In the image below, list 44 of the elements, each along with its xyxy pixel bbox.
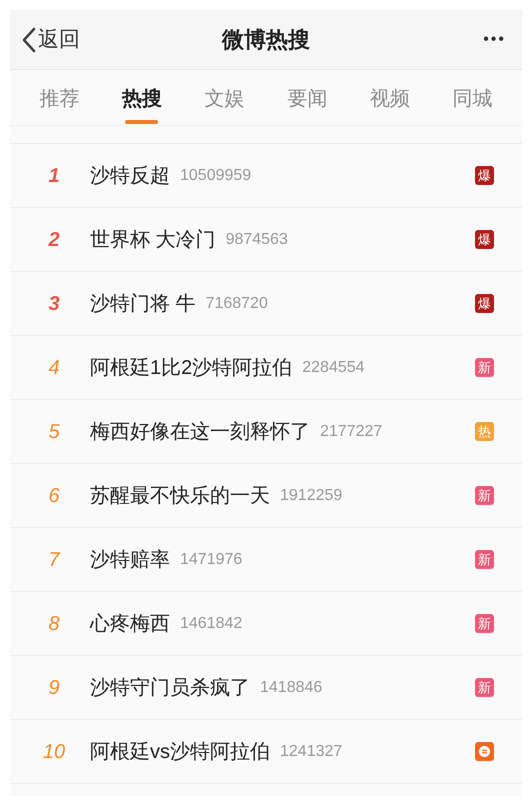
search-count: 1461842 xyxy=(180,614,242,634)
rank-number: 3 xyxy=(47,292,61,316)
rank-number: 6 xyxy=(47,484,61,508)
rank-number: 4 xyxy=(47,356,61,380)
topic-tag: 新 xyxy=(475,678,494,697)
search-count: 9874563 xyxy=(226,230,288,250)
topic-tag: 热 xyxy=(475,422,494,441)
topic-link[interactable]: 苏醒最不快乐的一天 xyxy=(90,480,270,510)
rank-number: 9 xyxy=(47,676,61,700)
search-count: 10509959 xyxy=(180,166,252,186)
rank-number: 2 xyxy=(47,228,61,252)
search-count: 1471976 xyxy=(180,550,242,570)
topic-link[interactable]: 心疼梅西 xyxy=(90,608,170,638)
rank-number: 8 xyxy=(47,612,61,636)
tab[interactable]: 热搜 xyxy=(122,84,162,124)
topic-tag: 爆 xyxy=(475,230,494,249)
topic-link[interactable]: 沙特反超 xyxy=(90,160,170,190)
topic-tag: 新 xyxy=(475,550,494,569)
rank-number: 5 xyxy=(47,420,61,444)
page-title: 微博热搜 xyxy=(222,26,310,54)
topic-link[interactable]: 阿根廷vs沙特阿拉伯 xyxy=(90,736,270,766)
more-button[interactable]: ••• xyxy=(483,28,510,52)
back-chevron-icon xyxy=(22,26,36,52)
search-count: 2177227 xyxy=(320,422,382,442)
topic-tag: 爆 xyxy=(475,166,494,185)
search-count: 1912259 xyxy=(280,486,342,506)
search-count: 1241327 xyxy=(280,742,342,762)
back-button[interactable]: 返回 xyxy=(22,24,80,56)
topic-link[interactable]: 世界杯 大冷门 xyxy=(90,224,216,254)
topic-link[interactable]: 沙特守门员杀疯了 xyxy=(90,672,250,702)
search-count: 2284554 xyxy=(302,358,365,378)
topic-link[interactable]: 梅西好像在这一刻释怀了 xyxy=(90,416,310,446)
rank-number: 10 xyxy=(42,740,66,764)
search-count: 7168720 xyxy=(206,294,268,314)
topic-link[interactable]: 阿根廷1比2沙特阿拉伯 xyxy=(90,352,292,382)
topic-link[interactable]: 沙特门将 牛 xyxy=(90,288,196,318)
topic-tag: 爆 xyxy=(475,294,494,313)
topic-tag: 新 xyxy=(475,486,494,505)
rank-number: 7 xyxy=(47,548,62,572)
rank-number: 1 xyxy=(47,164,61,188)
topic-link[interactable]: 沙特赔率 xyxy=(90,544,170,574)
topic-tag: 新 xyxy=(475,614,494,633)
search-count: 1418846 xyxy=(260,678,322,698)
topic-tag: 新 xyxy=(475,358,494,377)
